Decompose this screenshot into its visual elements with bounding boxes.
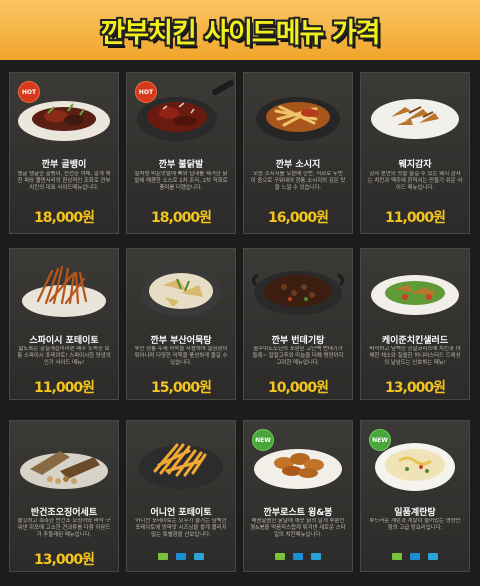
- hot-badge: HOT: [18, 81, 40, 103]
- dish-photo: [141, 269, 221, 317]
- dish-photo: [20, 451, 108, 489]
- hot-badge: HOT: [135, 81, 157, 103]
- menu-price: 18,000원: [34, 210, 95, 226]
- menu-description: 부드러운 계란과 계살이 들어있는 영양만점의 고급 탕요리입니다.: [369, 518, 461, 531]
- menu-card-sausage[interactable]: 깐부 소시지 모듬 소시지를 오븐에 한번, 직화로 두번 이 중으로 구워내어…: [243, 72, 353, 234]
- header-banner: 깐부치킨 사이드메뉴 가격: [0, 0, 480, 60]
- menu-card-cajun-salad[interactable]: 케이준치킨샐러드 바삭하고 담백한 공살코리스에 치킨과 야채한 채소와 칠쓸한…: [360, 248, 470, 400]
- menu-card-golbaengi[interactable]: HOT 깐부 골뱅이 탱글 탱글한 골뱅이, 신선한 야채, 알게 채친 파와 …: [9, 72, 119, 234]
- facebook-icon[interactable]: [311, 553, 321, 560]
- menu-price: 15,000원: [151, 380, 212, 396]
- menu-name: 깐부 부산어묵탕: [150, 336, 212, 346]
- share-icon[interactable]: [392, 553, 402, 560]
- dish-photo: [371, 99, 459, 139]
- menu-name: 케이준치킨샐러드: [381, 336, 449, 346]
- dish-photo: [251, 271, 345, 315]
- new-badge: NEW: [252, 429, 274, 451]
- menu-board: HOT 깐부 골뱅이 탱글 탱글한 골뱅이, 신선한 야채, 알게 채친 파와 …: [0, 60, 480, 586]
- menu-card-egg-soup[interactable]: NEW 일품계란탕 부드러운 계란과 계살이 들어있는 영양만점의 고급 탕요리…: [360, 420, 470, 572]
- dish-photo: [256, 97, 340, 141]
- menu-name: 깐부 소시지: [275, 160, 321, 170]
- menu-price: 10,000원: [268, 380, 329, 396]
- social-share-bar: [361, 553, 469, 560]
- new-badge: NEW: [369, 429, 391, 451]
- menu-price: 16,000원: [268, 210, 329, 226]
- menu-description: 월수이노노년의 포함된 고단백 번데기가 들록~ 칼칼고추와 마늘을 더해 명양…: [252, 346, 344, 366]
- menu-description: 쫄깃하고 촉촉한 반건조 오징어와 바삭 구워낸 쥐포에 고소한 견과류를 다함…: [17, 518, 111, 538]
- menu-name: 웨지감자: [398, 160, 432, 170]
- menu-card-squid-set[interactable]: 반건조오징어세트 쫄깃하고 촉촉한 반건조 오징어와 바삭 구워낸 쥐포에 고소…: [9, 420, 119, 572]
- menu-name: 깐부 불닭발: [158, 160, 204, 170]
- menu-description: 실처럼 비운맛발에 뼈와 딥대를 제거한 닭발에 매콤한 소스로 1차 조리, …: [134, 171, 228, 191]
- menu-name: 스파이시 포테이토: [29, 336, 99, 346]
- menu-card-wedge-potato[interactable]: 웨지감자 감자 본연의 맛을 즐길 수 있는 웨지 감자는 치킨과 맥주에 환적…: [360, 72, 470, 234]
- share-icon[interactable]: [158, 553, 168, 560]
- twitter-icon[interactable]: [410, 553, 420, 560]
- dish-photo: [22, 265, 106, 317]
- menu-name: 깐부 골뱅이: [41, 160, 87, 170]
- social-share-bar: [244, 553, 352, 560]
- page-title: 깐부치킨 사이드메뉴 가격: [100, 17, 380, 49]
- menu-price: 11,000원: [385, 210, 446, 226]
- menu-price: 11,000원: [34, 380, 95, 396]
- menu-card-spicy-potato[interactable]: 스파이시 포테이토 얇도록은 감칠게찹미리편 매주 도독한 보통 스파이시 포테…: [9, 248, 119, 400]
- menu-name: 깐부로스트 윙&봉: [263, 508, 333, 518]
- social-share-bar: [127, 553, 235, 560]
- menu-name: 반건조오징어세트: [30, 508, 98, 518]
- menu-name: 일품계란탕: [394, 508, 436, 518]
- menu-description: 매콤달콤한 닭날에 깨끗 닭의 날개 부분인 윙&봉을 먹음직스럽게 튀겨낸 새…: [250, 518, 346, 538]
- menu-price: 13,000원: [385, 380, 446, 396]
- menu-price: 13,000원: [34, 552, 95, 568]
- share-icon[interactable]: [275, 553, 285, 560]
- menu-description: 탱글 탱글한 골뱅이, 신선한 야채, 알게 채친 파와 쫄면사리의 환상적인 …: [17, 171, 111, 191]
- menu-name: 어니언 포테이토: [150, 508, 212, 518]
- dish-photo: [139, 443, 223, 489]
- menu-card-beondegi-soup[interactable]: 깐부 번데기탕 월수이노노년의 포함된 고단백 번데기가 들록~ 칼칼고추와 마…: [243, 248, 353, 400]
- menu-description: 어니언 포테이토는 오우가 즐기는 담백한 포테이토에 양파맛 시즈닝을 쌓게 …: [135, 518, 227, 538]
- menu-card-fishcake-soup[interactable]: 깐부 부산어묵탕 부산 정통 수제 어묵을 사용하여 깔끔함이 뛰어나며 다양한…: [126, 248, 236, 400]
- facebook-icon[interactable]: [428, 553, 438, 560]
- menu-card-roast-wing[interactable]: NEW 깐부로스트 윙&봉 매콤달콤한 닭날에 깨끗 닭의 날개 부분인 윙&봉…: [243, 420, 353, 572]
- menu-description: 모듬 소시지를 오븐에 한번, 직화로 두번 이 중으로 구워내어 정통 소시지…: [250, 171, 346, 191]
- menu-card-onion-potato[interactable]: 어니언 포테이토 어니언 포테이토는 오우가 즐기는 담백한 포테이토에 양파맛…: [126, 420, 236, 572]
- twitter-icon[interactable]: [176, 553, 186, 560]
- menu-description: 바삭하고 담백한 공살코리스에 치킨과 야채한 채소와 칠쓸한 허니머스터드 드…: [369, 346, 461, 366]
- dish-photo: [371, 275, 459, 315]
- menu-description: 감자 본연의 맛을 즐길 수 있는 웨지 감자는 치킨과 맥주에 환적서는 만들…: [367, 171, 463, 191]
- menu-card-buldakbal[interactable]: HOT 깐부 불닭발 실처럼 비운맛발에 뼈와 딥대를 제거한 닭발에 매콤한 …: [126, 72, 236, 234]
- menu-name: 깐부 번데기탕: [271, 336, 325, 346]
- menu-description: 얇도록은 감칠게찹미리편 매주 도독한 보통 스파이시 포테이토! 스파이시한 …: [17, 346, 111, 366]
- facebook-icon[interactable]: [194, 553, 204, 560]
- menu-price: 18,000원: [151, 210, 212, 226]
- menu-description: 부산 정통 수제 어묵을 사용하여 깔끔함이 뛰어나며 다양한 어묵을 풍성하게…: [134, 346, 228, 366]
- twitter-icon[interactable]: [293, 553, 303, 560]
